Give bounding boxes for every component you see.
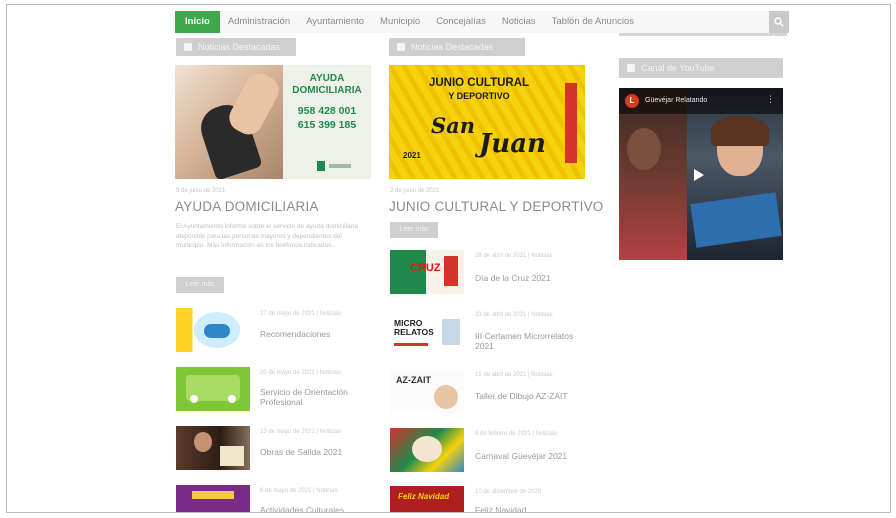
poster-script-2: Juan	[479, 129, 546, 159]
snippet-thumb[interactable]	[176, 367, 250, 411]
snippet-title[interactable]: Recomendaciones	[260, 329, 372, 339]
thumb-graphic	[442, 319, 460, 345]
town-crest-icon	[317, 161, 325, 171]
snippet-meta: 6 de mayo de 2021 | Noticias	[260, 488, 338, 494]
thumb-text: CRUZ	[410, 262, 441, 274]
snippet-thumb[interactable]: AZ-ZAIT	[390, 369, 464, 413]
section-header-label: Canal de YouTube	[641, 63, 715, 73]
read-more-button[interactable]: Leer más	[176, 277, 224, 293]
snippet-thumb[interactable]: Feliz Navidad	[390, 486, 464, 512]
snippet-meta: 10 de diciembre de 2020	[475, 489, 542, 495]
read-more-button[interactable]: Leer más	[390, 222, 438, 238]
snippet-thumb[interactable]: CRUZ	[390, 250, 464, 294]
snippet-thumb[interactable]: MICRO RELATOS	[390, 309, 464, 353]
section-header-left: Noticias Destacadas	[176, 38, 296, 56]
news-icon	[397, 43, 405, 51]
thumb-text: AZ-ZAIT	[396, 375, 431, 385]
browser-frame: Inicio Administración Ayuntamiento Munic…	[6, 4, 891, 513]
section-header-center: Noticias Destacadas	[389, 38, 525, 56]
snippet-meta: 27 de mayo de 2021 | Noticias	[260, 311, 341, 317]
featured-center-meta: 2 de junio de 2021	[390, 188, 440, 194]
section-header-label: Noticias Destacadas	[411, 42, 494, 52]
snippet-title[interactable]: Obras de Salida 2021	[260, 447, 372, 457]
video-title[interactable]: Güevéjar Relatando	[645, 97, 707, 104]
snippet-meta: 28 de abril de 2021 | Noticias	[475, 253, 553, 259]
nav-item-administracion[interactable]: Administración	[220, 11, 298, 33]
nav-divider	[619, 33, 787, 36]
snippet-thumb[interactable]	[176, 426, 250, 470]
thumb-graphic	[444, 256, 458, 286]
snippet-title[interactable]: Día de la Cruz 2021	[475, 273, 587, 283]
snippet-meta: 8 de febrero de 2021 | Noticias	[475, 431, 557, 437]
hair-shape	[711, 116, 769, 146]
nav-item-concejalias[interactable]: Concejalías	[428, 11, 494, 33]
section-header-right: Canal de YouTube	[619, 58, 783, 78]
featured-left-title[interactable]: AYUDA DOMICILIARIA	[175, 199, 319, 214]
snippet-meta: 13 de mayo de 2021 | Noticias	[260, 429, 341, 435]
poster-phone-1: 958 428 001	[297, 105, 357, 117]
snippet-title[interactable]: III Certamen Microrrelatos 2021	[475, 331, 587, 351]
nav-item-tablon[interactable]: Tablón de Anuncios	[544, 11, 642, 33]
youtube-video-embed[interactable]: L Güevéjar Relatando ⋮	[619, 88, 783, 260]
snippet-meta: 20 de mayo de 2021 | Noticias	[260, 370, 341, 376]
snippet-title[interactable]: Carnaval Güevéjar 2021	[475, 451, 587, 461]
snippet-title[interactable]: Taller de Dibujo AZ-ZAIT	[475, 391, 587, 401]
thumb-text: Feliz Navidad	[398, 492, 450, 501]
nav-item-inicio[interactable]: Inicio	[175, 11, 220, 33]
thumb-graphic	[394, 343, 428, 346]
play-icon[interactable]	[694, 169, 704, 181]
featured-left-meta: 9 de junio de 2021	[176, 188, 226, 194]
snippet-meta: 23 de abril de 2021 | Noticias	[475, 312, 553, 318]
snippet-thumb[interactable]	[176, 308, 250, 352]
thumb-graphic	[220, 446, 244, 466]
featured-center-image[interactable]: JUNIO CULTURAL Y DEPORTIVO San Juan 2021	[389, 65, 585, 179]
thumb-graphic	[204, 324, 230, 338]
thumb-graphic	[192, 491, 234, 499]
snippet-thumb[interactable]	[176, 485, 250, 512]
channel-avatar[interactable]: L	[625, 94, 639, 108]
thumb-text: MICRO RELATOS	[394, 318, 434, 337]
poster-line-2: Y DEPORTIVO	[448, 91, 510, 101]
more-options-icon[interactable]: ⋮	[766, 95, 775, 104]
snippet-title[interactable]: Feliz Navidad	[475, 505, 587, 512]
snippet-thumb[interactable]	[390, 428, 464, 472]
main-nav: Inicio Administración Ayuntamiento Munic…	[175, 11, 789, 33]
section-header-label: Noticias Destacadas	[198, 42, 281, 52]
featured-left-image[interactable]: AYUDA DOMICILIARIA 958 428 001 615 399 1…	[175, 65, 371, 179]
search-button[interactable]	[769, 11, 789, 33]
poster-title: AYUDA DOMICILIARIA	[292, 73, 362, 96]
nav-item-ayuntamiento[interactable]: Ayuntamiento	[298, 11, 372, 33]
poster-line-1: JUNIO CULTURAL	[428, 77, 530, 89]
poster-year: 2021	[403, 151, 421, 160]
snippet-meta: 15 de abril de 2021 | Noticias	[475, 372, 553, 378]
featured-left-excerpt: El Ayuntamiento informa sobre el servici…	[176, 223, 358, 249]
snippet-title[interactable]: Actividades Culturales	[260, 505, 372, 512]
search-icon	[774, 17, 784, 27]
thumb-graphic	[412, 436, 442, 462]
featured-center-title[interactable]: JUNIO CULTURAL Y DEPORTIVO	[389, 199, 604, 214]
thumb-graphic	[194, 432, 212, 452]
thumb-graphic	[434, 385, 458, 409]
youtube-icon	[627, 64, 635, 72]
nav-item-noticias[interactable]: Noticias	[494, 11, 544, 33]
thumb-graphic	[228, 395, 236, 403]
poster-phone-2: 615 399 185	[297, 119, 357, 131]
nav-item-municipio[interactable]: Municipio	[372, 11, 428, 33]
video-header: L Güevéjar Relatando ⋮	[619, 88, 783, 114]
snippet-title[interactable]: Servicio de Orientación Profesional	[260, 387, 372, 407]
news-icon	[184, 43, 192, 51]
thumb-graphic	[190, 395, 198, 403]
person-shape	[627, 128, 661, 170]
crest-text-line	[329, 164, 351, 168]
poster-red-strip	[565, 83, 577, 163]
